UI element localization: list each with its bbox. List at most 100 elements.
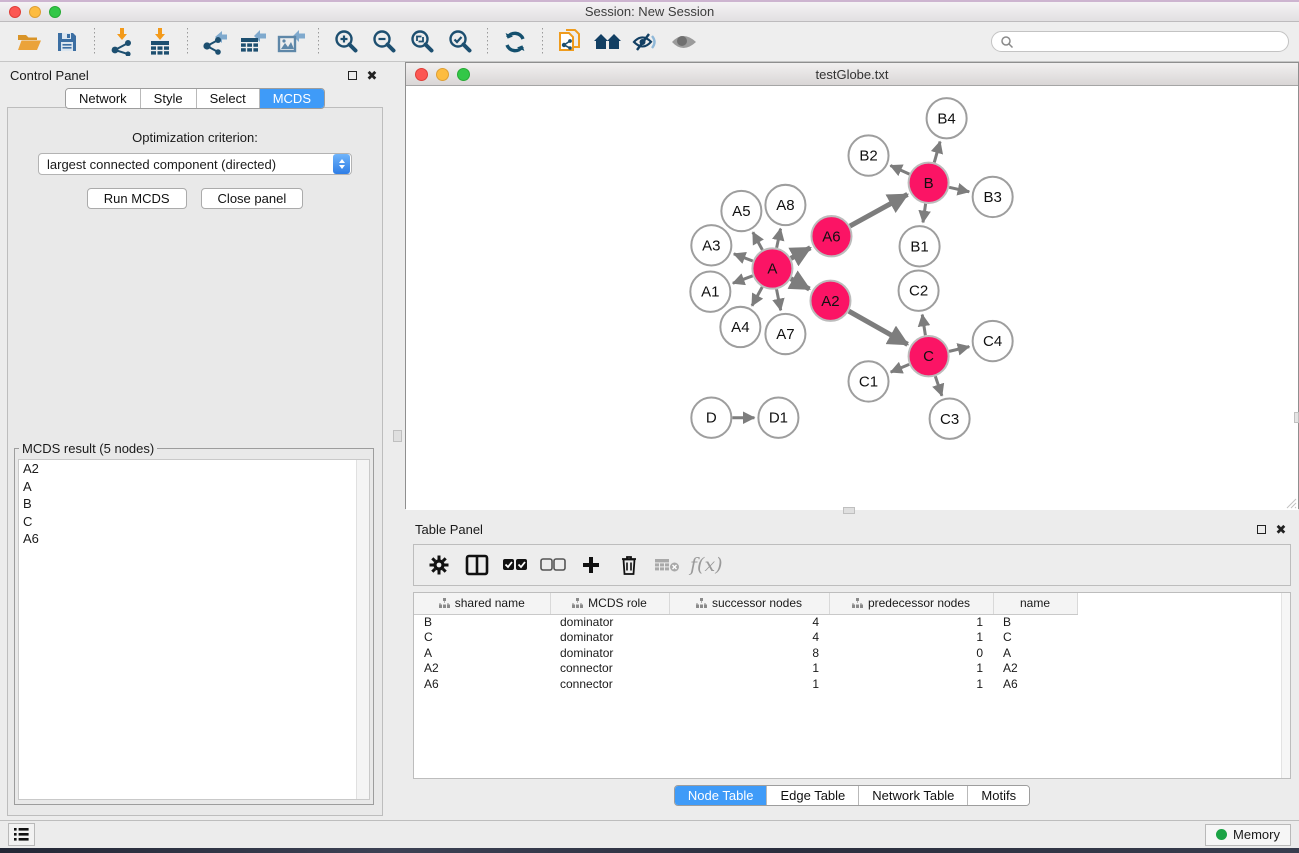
table-cell[interactable]: 1 <box>669 676 829 692</box>
column-header-MCDS-role[interactable]: MCDS role <box>550 593 669 614</box>
save-session-icon[interactable] <box>52 27 82 57</box>
result-item[interactable]: A2 <box>19 460 369 478</box>
result-item[interactable]: A <box>19 478 369 496</box>
delete-table-icon[interactable] <box>652 550 682 580</box>
column-header-predecessor-nodes[interactable]: predecessor nodes <box>829 593 993 614</box>
table-scrollbar[interactable] <box>1281 593 1290 778</box>
splitter-collapse-handle[interactable] <box>393 430 402 442</box>
table-row[interactable]: A6connector11A6 <box>414 676 1077 692</box>
clone-network-icon[interactable] <box>555 27 585 57</box>
tab-style[interactable]: Style <box>141 89 197 108</box>
edge-A-A4 <box>752 287 762 306</box>
refresh-icon[interactable] <box>500 27 530 57</box>
table-cell[interactable]: 1 <box>829 676 993 692</box>
result-list-scrollbar[interactable] <box>356 460 369 799</box>
edge-B-B3 <box>949 187 969 191</box>
table-cell[interactable]: A6 <box>993 676 1077 692</box>
optimization-criterion-dropdown[interactable]: largest connected component (directed) <box>38 153 352 175</box>
resize-grip-icon[interactable] <box>1285 497 1297 509</box>
split-columns-icon[interactable] <box>462 550 492 580</box>
result-item[interactable]: C <box>19 513 369 531</box>
table-cell[interactable]: C <box>414 630 550 646</box>
edge-A-A2 <box>791 279 810 289</box>
search-field[interactable] <box>991 31 1289 52</box>
hide-details-icon[interactable] <box>631 27 661 57</box>
table-row[interactable]: Adominator80A <box>414 645 1077 661</box>
tab-select[interactable]: Select <box>197 89 260 108</box>
network-canvas[interactable]: B4B2BB3A8A5A6A3B1AC2A1A2A4A7C4CC1C3DD1 <box>406 86 1298 510</box>
table-cell[interactable]: dominator <box>550 614 669 630</box>
result-item[interactable]: B <box>19 495 369 513</box>
zoom-in-icon[interactable] <box>331 27 361 57</box>
close-table-panel-icon[interactable]: ✖ <box>1273 521 1289 537</box>
tab-motifs[interactable]: Motifs <box>968 786 1029 805</box>
table-cell[interactable]: dominator <box>550 645 669 661</box>
table-cell[interactable]: 1 <box>829 614 993 630</box>
run-mcds-button[interactable]: Run MCDS <box>87 188 187 209</box>
horizontal-splitter[interactable] <box>405 509 1299 516</box>
table-cell[interactable]: B <box>414 614 550 630</box>
right-splitter-handle[interactable] <box>1294 412 1299 423</box>
table-row[interactable]: Cdominator41C <box>414 630 1077 646</box>
table-row[interactable]: Bdominator41B <box>414 614 1077 630</box>
table-cell[interactable]: A <box>993 645 1077 661</box>
table-cell[interactable]: 1 <box>829 661 993 677</box>
table-cell[interactable]: connector <box>550 661 669 677</box>
close-panel-icon[interactable]: ✖ <box>364 67 380 83</box>
result-item[interactable]: A6 <box>19 530 369 548</box>
apply-function-icon[interactable]: f(x) <box>690 554 723 576</box>
float-table-panel-icon[interactable] <box>1253 521 1269 537</box>
add-column-icon[interactable] <box>576 550 606 580</box>
table-cell[interactable]: A6 <box>414 676 550 692</box>
table-cell[interactable]: C <box>993 630 1077 646</box>
table-cell[interactable]: 4 <box>669 614 829 630</box>
table-settings-icon[interactable] <box>424 550 454 580</box>
task-history-button[interactable] <box>8 823 35 846</box>
show-details-icon[interactable] <box>669 27 699 57</box>
float-panel-icon[interactable] <box>344 67 360 83</box>
export-table-icon[interactable] <box>238 27 268 57</box>
zoom-out-icon[interactable] <box>369 27 399 57</box>
vertical-splitter[interactable] <box>390 62 405 820</box>
node-table[interactable]: shared nameMCDS rolesuccessor nodesprede… <box>414 593 1078 692</box>
network-view-window: testGlobe.txt B4B2BB3A8A5A6A3B1AC2A1A2A4… <box>405 62 1299 509</box>
column-header-successor-nodes[interactable]: successor nodes <box>669 593 829 614</box>
export-image-icon[interactable] <box>276 27 306 57</box>
search-input[interactable] <box>1020 35 1280 49</box>
table-cell[interactable]: 1 <box>829 630 993 646</box>
table-cell[interactable]: A2 <box>414 661 550 677</box>
export-network-icon[interactable] <box>200 27 230 57</box>
tab-network-table[interactable]: Network Table <box>859 786 968 805</box>
table-cell[interactable]: 4 <box>669 630 829 646</box>
table-cell[interactable]: 0 <box>829 645 993 661</box>
table-cell[interactable]: 8 <box>669 645 829 661</box>
column-header-shared-name[interactable]: shared name <box>414 593 550 614</box>
close-panel-button[interactable]: Close panel <box>201 188 304 209</box>
mcds-result-list[interactable]: A2ABCA6 <box>18 459 370 800</box>
tab-node-table[interactable]: Node Table <box>675 786 768 805</box>
zoom-fit-icon[interactable] <box>407 27 437 57</box>
node-label: D <box>706 410 717 427</box>
table-cell[interactable]: dominator <box>550 630 669 646</box>
splitter-collapse-handle[interactable] <box>843 507 855 514</box>
node-label: A1 <box>701 284 719 301</box>
home-layout-icon[interactable] <box>593 27 623 57</box>
tab-network[interactable]: Network <box>66 89 141 108</box>
table-cell[interactable]: 1 <box>669 661 829 677</box>
table-cell[interactable]: A <box>414 645 550 661</box>
memory-button[interactable]: Memory <box>1205 824 1291 846</box>
tab-edge-table[interactable]: Edge Table <box>767 786 859 805</box>
import-network-icon[interactable] <box>107 27 137 57</box>
tab-mcds[interactable]: MCDS <box>260 89 324 108</box>
table-cell[interactable]: connector <box>550 676 669 692</box>
table-cell[interactable]: A2 <box>993 661 1077 677</box>
table-row[interactable]: A2connector11A2 <box>414 661 1077 677</box>
table-cell[interactable]: B <box>993 614 1077 630</box>
select-all-icon[interactable] <box>500 550 530 580</box>
deselect-all-icon[interactable] <box>538 550 568 580</box>
column-header-name[interactable]: name <box>993 593 1077 614</box>
zoom-selected-icon[interactable] <box>445 27 475 57</box>
delete-column-icon[interactable] <box>614 550 644 580</box>
open-file-icon[interactable] <box>14 27 44 57</box>
import-table-icon[interactable] <box>145 27 175 57</box>
